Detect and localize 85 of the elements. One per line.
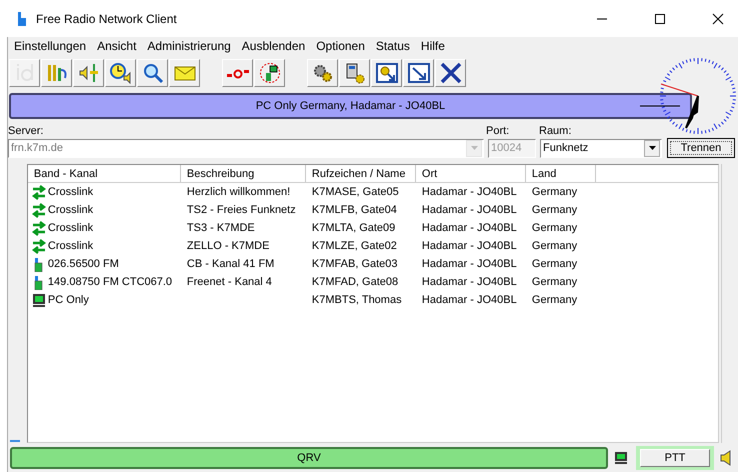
menu-item[interactable]: Ansicht [97,39,136,57]
channel-text: 026.56500 FM [48,258,119,270]
table-cell-text: K7MBTS, Thomas [310,294,403,306]
port-label: Port: [486,125,510,137]
table-cell-text: K7MFAB, Gate03 [310,258,399,270]
menu-item[interactable]: Administrierung [147,39,231,57]
column-header[interactable]: Ort [416,165,526,182]
toolbar-button[interactable] [105,59,136,87]
channel-text: 149.08750 FM CTC067.0 [48,276,172,288]
table-cell-text: CB - Kanal 41 FM [186,258,276,270]
toolbar-button[interactable] [435,59,466,87]
table-cell-text: K7MLTA, Gate09 [310,222,396,234]
table-cell-text: Herzlich willkommen! [186,186,292,198]
menu-item[interactable]: Optionen [316,39,365,57]
column-header[interactable]: Land [526,165,596,182]
toolbar-button[interactable] [73,59,104,87]
speaker-slider-icon [76,62,100,84]
speaker-icon[interactable] [720,450,732,466]
channel-text: Crosslink [48,240,94,252]
close-icon [438,62,462,84]
caret-icon [470,146,478,150]
menu-item[interactable]: Ausblenden [242,39,306,57]
table-cell-text: ZELLO - K7MDE [186,240,270,252]
clock-speaker-icon [108,62,132,84]
dash-icon [10,440,20,442]
gear-window-icon [374,62,398,84]
room-label: Raum: [539,125,572,137]
room-combo[interactable]: Funknetz [540,138,662,158]
table-cell-text: Freenet - Kanal 4 [186,276,273,288]
window-title: Free Radio Network Client [36,12,177,26]
table-cell-text: Hadamar - JO40BL [420,240,518,252]
table-cell-text: Hadamar - JO40BL [420,258,518,270]
channel-text: Crosslink [48,204,94,216]
table-cell-text: Germany [530,276,578,288]
arrow-window-icon [406,62,430,84]
table-cell-text: Germany [530,204,578,216]
caret-icon [648,146,656,150]
table-cell-text: K7MFAD, Gate08 [310,276,400,288]
maximize-button[interactable] [654,12,666,24]
toolbar-button[interactable] [339,59,370,87]
banner-text: PC Only Germany, Hadamar - JO40BL [256,100,446,112]
toolbar-button[interactable] [371,59,402,87]
table-cell-text: Germany [530,186,578,198]
menu-item[interactable]: Status [376,39,410,57]
table-cell-text: K7MASE, Gate05 [310,186,400,198]
crosslink-icon [30,238,47,254]
table-cell-text: K7MLZE, Gate02 [310,240,398,252]
crosslink-icon [30,220,47,236]
table-cell-text: Hadamar - JO40BL [420,204,518,216]
radio-icon [258,62,282,84]
table-cell-text: Germany [530,240,578,252]
table-cell-text: Hadamar - JO40BL [420,186,518,198]
table-cell-text: TS2 - Freies Funknetz [186,204,297,216]
server-label: Server: [8,125,44,137]
column-header[interactable]: Rufzeichen / Name [306,165,416,182]
computer-icon [614,451,628,465]
disconnect-button[interactable]: Trennen [667,138,735,158]
table-cell-text: Hadamar - JO40BL [420,222,518,234]
table-cell-text: Hadamar - JO40BL [420,276,518,288]
status-indicator: QRV [10,447,608,469]
channel-text: Crosslink [48,222,94,234]
app-icon [18,12,26,26]
crosslink-icon [30,202,47,218]
menu-item[interactable]: Einstellungen [14,39,86,57]
ptt-button[interactable]: PTT [640,449,710,467]
toolbar-button[interactable] [137,59,168,87]
server-combo[interactable]: frn.k7m.de [8,138,484,158]
table-cell-text: TS3 - K7MDE [186,222,256,234]
column-header[interactable]: Band - Kanal [28,165,181,182]
toolbar-button[interactable] [403,59,434,87]
table-cell-text: Germany [530,222,578,234]
toolbar-button[interactable] [307,59,338,87]
computer-icon [30,292,47,308]
column-header[interactable]: Beschreibung [180,165,306,182]
menu-item[interactable]: Hilfe [420,39,445,57]
table-cell-text: K7MLFB, Gate04 [310,204,398,216]
close-button[interactable] [712,12,724,24]
crosslink-icon [30,184,47,200]
table-cell-text: Germany [530,294,578,306]
table-cell-text: Hadamar - JO40BL [420,294,518,306]
channel-text: Crosslink [48,186,94,198]
dropdown-button[interactable] [644,140,660,156]
channel-text: PC Only [48,294,89,306]
toolbar-button[interactable] [254,59,285,87]
table-cell-text: Germany [530,258,578,270]
